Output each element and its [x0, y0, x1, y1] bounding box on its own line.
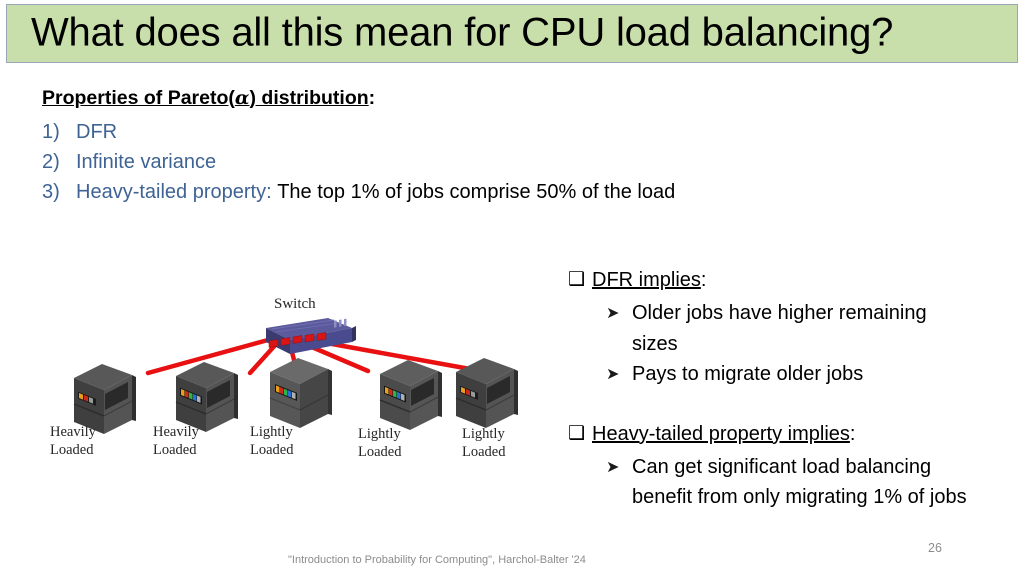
implication-heading-text: Heavy-tailed property implies: [592, 422, 850, 445]
sub-item-text: Can get significant load balancing benef…: [632, 455, 967, 509]
server-label: Heavily Loaded: [153, 424, 243, 459]
sub-item-text: Pays to migrate older jobs: [632, 363, 864, 386]
footer-citation: "Introduction to Probability for Computi…: [288, 554, 586, 566]
network-switch: [266, 318, 356, 354]
list-item: ➤ Can get significant load balancing ben…: [606, 452, 968, 513]
list-item: 2) Infinite variance: [42, 147, 862, 177]
alpha-symbol: α: [234, 87, 250, 109]
arrow-bullet-icon: ➤: [606, 364, 620, 384]
list-item: ➤ Pays to migrate older jobs: [606, 359, 968, 390]
properties-heading-prefix: Properties of Pareto(: [42, 87, 235, 109]
list-item-label: DFR: [76, 120, 118, 143]
server-label-line2: Loaded: [358, 443, 402, 460]
implication-heading-row: ❑ Heavy-tailed property implies:: [568, 418, 968, 450]
properties-heading-colon: :: [368, 87, 376, 109]
implication-heading: DFR implies:: [592, 264, 706, 296]
arrow-bullet-icon: ➤: [606, 303, 620, 322]
list-item-label: Heavy-tailed property:: [76, 181, 272, 204]
properties-heading-suffix: ) distribution: [249, 87, 369, 109]
list-marker: 3): [42, 181, 60, 204]
server-label-line1: Lightly: [250, 424, 293, 440]
server-label-line1: Heavily: [50, 424, 96, 440]
list-item-label: Infinite variance: [76, 151, 217, 174]
server-label: Heavily Loaded: [50, 424, 140, 459]
implication-heading-colon: :: [849, 422, 856, 445]
server-label-line1: Lightly: [358, 426, 401, 442]
implication-heading-colon: :: [700, 269, 707, 291]
properties-heading: Properties of Pareto(α) distribution:: [42, 85, 375, 112]
sub-item-text: Older jobs have higher remaining sizes: [632, 302, 927, 355]
implication-heading-text: DFR implies: [592, 269, 701, 291]
server-label-line1: Lightly: [462, 426, 505, 442]
server-tower: [175, 362, 238, 432]
server-label: Lightly Loaded: [358, 426, 448, 461]
server-tower: [269, 358, 332, 428]
hollow-square-bullet-icon: ❑: [568, 268, 586, 290]
server-label-line1: Heavily: [153, 424, 199, 440]
implication-sub-list: ➤ Older jobs have higher remaining sizes…: [568, 298, 968, 390]
list-item: 1) DFR: [42, 117, 862, 147]
server-label-line2: Loaded: [153, 441, 197, 458]
pareto-properties-block: Properties of Pareto(α) distribution: 1)…: [42, 85, 862, 208]
implications-column: ❑ DFR implies: ➤ Older jobs have higher …: [568, 264, 968, 513]
list-item: 3) Heavy-tailed property: The top 1% of …: [42, 177, 862, 207]
slide-title-banner: What does all this mean for CPU load bal…: [6, 4, 1018, 63]
server-label-line2: Loaded: [50, 441, 94, 458]
page-number: 26: [928, 541, 942, 555]
server-label-line2: Loaded: [462, 443, 506, 460]
list-marker: 1): [42, 120, 60, 143]
server-label-line2: Loaded: [250, 441, 294, 458]
server-tower: [379, 360, 442, 430]
hollow-square-bullet-icon: ❑: [568, 421, 586, 444]
properties-list: 1) DFR 2) Infinite variance 3) Heavy-tai…: [42, 117, 862, 208]
implication-heading-row: ❑ DFR implies:: [568, 264, 968, 296]
server-tower: [455, 358, 518, 428]
implication-sub-list: ➤ Can get significant load balancing ben…: [568, 452, 968, 513]
list-marker: 2): [42, 151, 60, 174]
server-label: Lightly Loaded: [462, 426, 552, 461]
list-item-detail: The top 1% of jobs comprise 50% of the l…: [277, 181, 676, 204]
network-diagram: Switch Heavily Loaded Heavily Loaded Lig…: [28, 296, 548, 466]
page-title: What does all this mean for CPU load bal…: [31, 10, 894, 55]
implication-heading: Heavy-tailed property implies:: [592, 418, 855, 450]
server-label: Lightly Loaded: [250, 424, 340, 459]
arrow-bullet-icon: ➤: [606, 456, 620, 476]
list-item: ➤ Older jobs have higher remaining sizes: [606, 298, 968, 359]
